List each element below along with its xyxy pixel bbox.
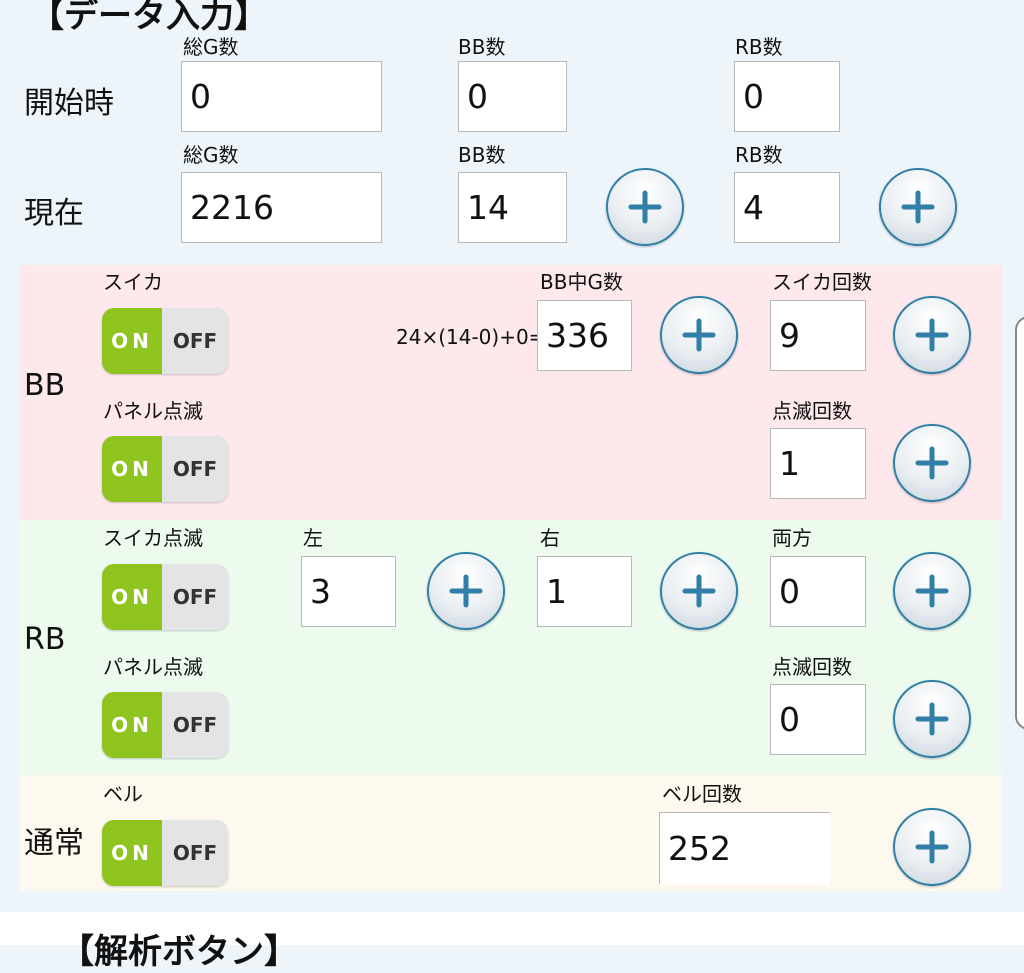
current-total-g-label: 総G数 — [183, 143, 239, 167]
start-bb-input[interactable]: 0 — [458, 61, 567, 132]
bb-blink-count-input[interactable]: 1 — [770, 428, 866, 499]
rb-row-label: RB — [24, 622, 66, 657]
current-row-label: 現在 — [24, 196, 84, 231]
rb-both-label: 両方 — [772, 526, 812, 550]
rb-both-plus-button[interactable] — [893, 552, 971, 630]
rb-left-input[interactable]: 3 — [301, 556, 396, 627]
plus-icon — [915, 830, 949, 864]
toggle-off: OFF — [162, 692, 228, 758]
bb-row-label: BB — [24, 368, 66, 403]
toggle-off: OFF — [162, 820, 228, 886]
rb-right-label: 右 — [540, 526, 560, 550]
current-rb-label: RB数 — [735, 143, 783, 167]
start-total-g-label: 総G数 — [183, 35, 239, 59]
bb-suika-toggle[interactable]: ON OFF — [102, 308, 228, 374]
normal-bell-count-label: ベル回数 — [662, 782, 742, 806]
bb-suika-count-label: スイカ回数 — [772, 270, 872, 294]
toggle-on: ON — [102, 436, 162, 502]
bb-panel-toggle[interactable]: ON OFF — [102, 436, 228, 502]
side-panel-edge — [1015, 316, 1024, 730]
rb-right-plus-button[interactable] — [660, 552, 738, 630]
plus-icon — [901, 190, 935, 224]
bb-blink-plus-button[interactable] — [893, 424, 971, 502]
bb-g-label: BB中G数 — [540, 270, 623, 294]
toggle-off: OFF — [162, 436, 228, 502]
bb-g-input[interactable]: 336 — [537, 300, 632, 371]
bb-suika-plus-button[interactable] — [893, 296, 971, 374]
current-rb-plus-button[interactable] — [879, 168, 957, 246]
normal-bell-count-input[interactable]: 252 — [659, 812, 830, 884]
start-rb-input[interactable]: 0 — [734, 61, 840, 132]
normal-bell-toggle[interactable]: ON OFF — [102, 820, 228, 886]
rb-both-input[interactable]: 0 — [770, 556, 866, 627]
start-rb-label: RB数 — [735, 35, 783, 59]
plus-icon — [915, 574, 949, 608]
plus-icon — [449, 574, 483, 608]
bb-g-formula: 24×(14-0)+0= — [396, 325, 546, 349]
rb-blink-plus-button[interactable] — [893, 680, 971, 758]
normal-bell-plus-button[interactable] — [893, 808, 971, 886]
normal-bell-label: ベル — [103, 782, 143, 806]
toggle-on: ON — [102, 820, 162, 886]
plus-icon — [682, 574, 716, 608]
toggle-off: OFF — [162, 308, 228, 374]
start-bb-label: BB数 — [458, 35, 506, 59]
bb-g-plus-button[interactable] — [660, 296, 738, 374]
start-total-g-input[interactable]: 0 — [181, 61, 382, 132]
rb-right-input[interactable]: 1 — [537, 556, 632, 627]
rb-blink-count-label: 点滅回数 — [772, 655, 852, 679]
plus-icon — [682, 318, 716, 352]
bb-blink-count-label: 点滅回数 — [772, 399, 852, 423]
plus-icon — [915, 702, 949, 736]
start-row-label: 開始時 — [24, 86, 114, 121]
rb-panel-label: パネル点滅 — [103, 655, 203, 679]
normal-row-label: 通常 — [24, 826, 84, 861]
rb-panel-toggle[interactable]: ON OFF — [102, 692, 228, 758]
rb-left-plus-button[interactable] — [427, 552, 505, 630]
bb-suika-label: スイカ — [103, 270, 163, 294]
toggle-off: OFF — [162, 564, 228, 630]
bb-panel-label: パネル点滅 — [103, 399, 203, 423]
toggle-on: ON — [102, 564, 162, 630]
rb-left-label: 左 — [303, 526, 323, 550]
plus-icon — [628, 190, 662, 224]
plus-icon — [915, 446, 949, 480]
toggle-on: ON — [102, 308, 162, 374]
toggle-on: ON — [102, 692, 162, 758]
current-total-g-input[interactable]: 2216 — [181, 172, 382, 243]
plus-icon — [915, 318, 949, 352]
analysis-title: 【解析ボタン】 — [60, 932, 298, 972]
current-bb-plus-button[interactable] — [606, 168, 684, 246]
rb-suika-blink-toggle[interactable]: ON OFF — [102, 564, 228, 630]
current-bb-label: BB数 — [458, 143, 506, 167]
current-rb-input[interactable]: 4 — [734, 172, 840, 243]
rb-blink-count-input[interactable]: 0 — [770, 684, 866, 755]
bb-suika-count-input[interactable]: 9 — [770, 300, 866, 371]
current-bb-input[interactable]: 14 — [458, 172, 567, 243]
rb-suika-blink-label: スイカ点滅 — [103, 526, 203, 550]
